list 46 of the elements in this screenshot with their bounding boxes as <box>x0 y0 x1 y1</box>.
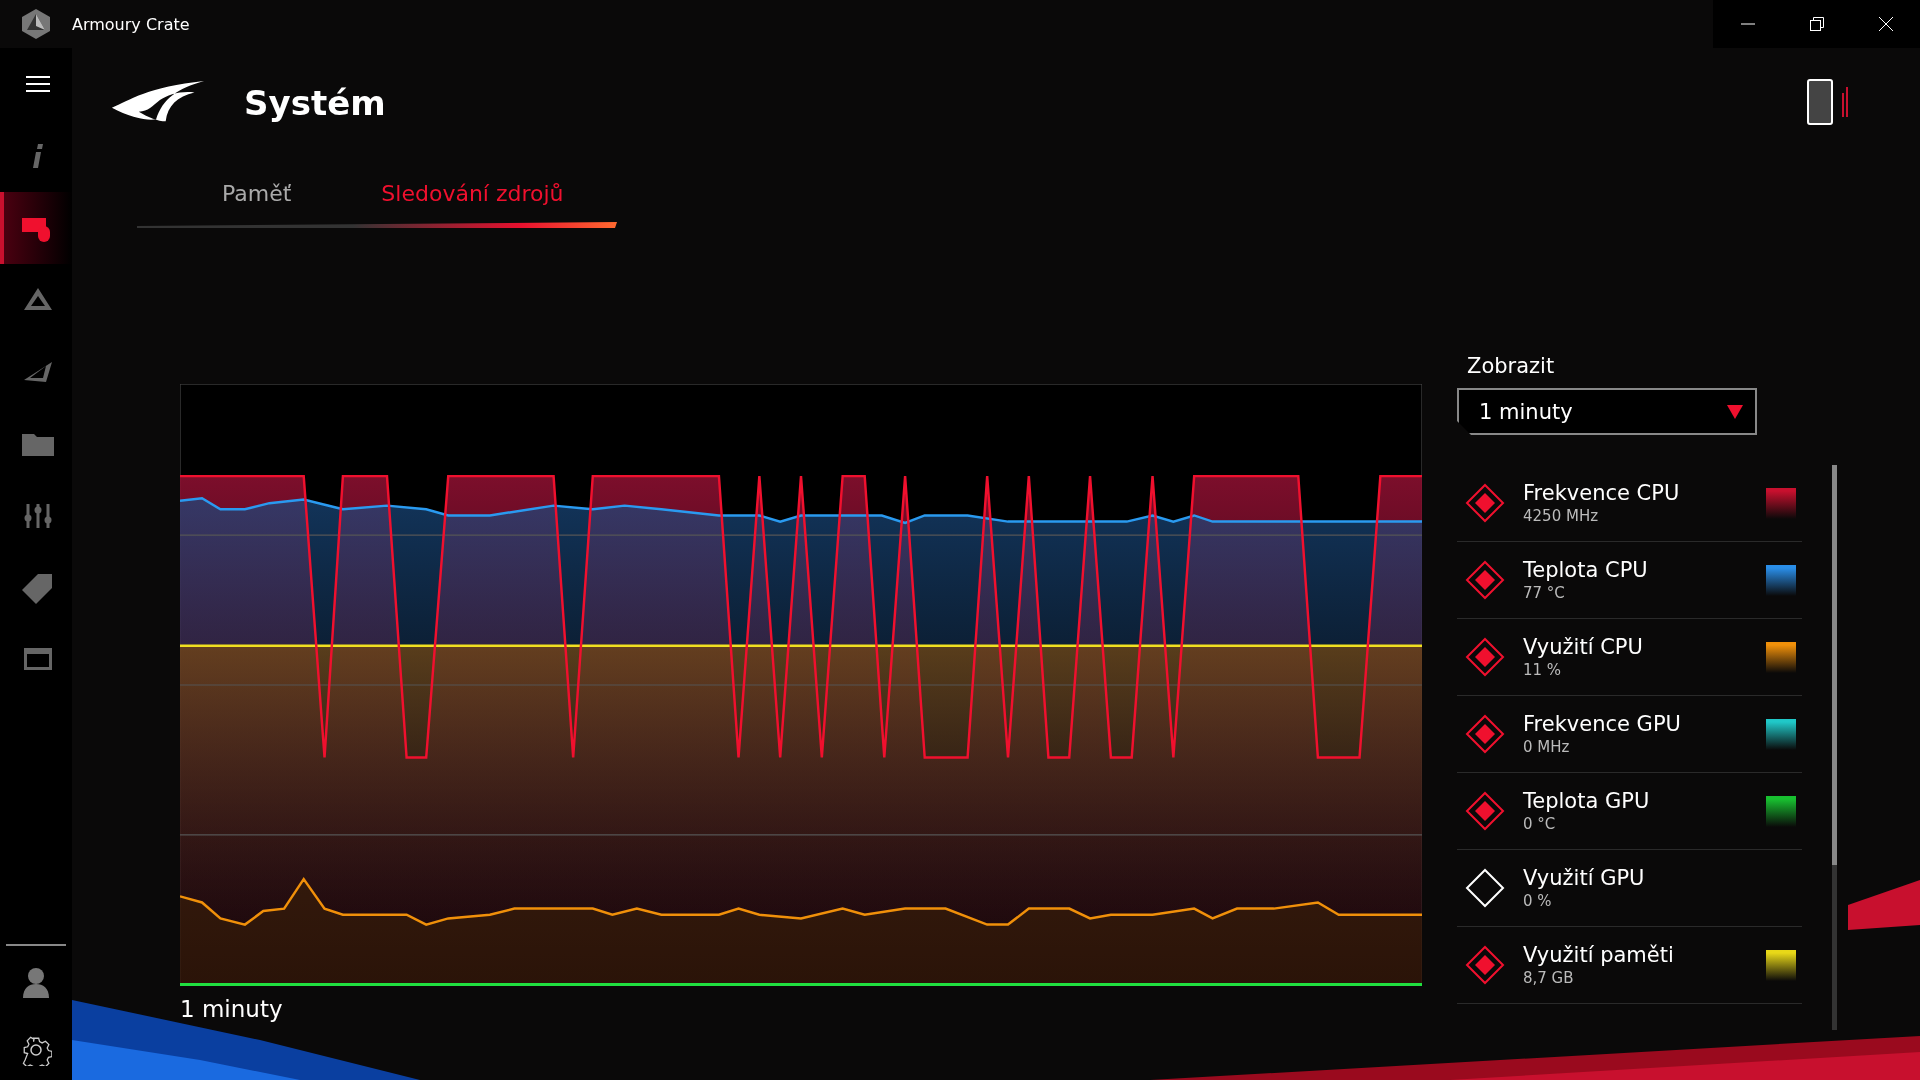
close-icon <box>1877 16 1894 32</box>
metric-name: Využití paměti <box>1523 943 1675 967</box>
accent-stripe-drawing <box>1848 880 1920 930</box>
metric-value: 11 % <box>1523 661 1563 679</box>
page-title: Systém <box>244 83 386 123</box>
diamond-checkbox[interactable] <box>1465 637 1505 677</box>
metric-value: 0 % <box>1523 892 1553 910</box>
metric-name: Frekvence GPU <box>1523 712 1682 736</box>
user-icon[interactable] <box>21 966 51 998</box>
metric-row[interactable]: Frekvence GPU 0 MHz <box>1457 696 1802 773</box>
metric-value: 4250 MHz <box>1523 507 1600 525</box>
metric-name: Teplota CPU <box>1523 558 1649 582</box>
minimize-icon <box>1739 23 1756 25</box>
dropdown-caret-icon <box>1727 404 1743 419</box>
diamond-checkbox[interactable] <box>1465 791 1505 831</box>
metric-row[interactable]: Využití CPU 11 % <box>1457 619 1802 696</box>
diamond-checkbox[interactable] <box>1465 714 1505 754</box>
metric-value: 8,7 GB <box>1523 969 1575 987</box>
metric-row[interactable]: Teplota GPU 0 °C <box>1457 773 1802 850</box>
menu-icon <box>26 75 50 93</box>
tab[interactable]: Paměť <box>177 181 337 214</box>
metric-name: Frekvence CPU <box>1523 481 1681 505</box>
window-title: Armoury Crate <box>72 14 190 34</box>
metric-value: 0 °C <box>1523 815 1557 833</box>
diamond-checkbox[interactable] <box>1465 560 1505 600</box>
display-label: Zobrazit <box>1467 354 1556 378</box>
metric-name: Využití GPU <box>1523 866 1646 890</box>
diamond-checkbox[interactable] <box>1465 483 1505 523</box>
time-range-label: 1 minuty <box>180 996 284 1022</box>
metric-name: Teplota GPU <box>1523 789 1651 813</box>
sidebar-item[interactable] <box>0 192 72 264</box>
settings-icon[interactable] <box>20 1034 52 1066</box>
diamond-checkbox[interactable] <box>1465 945 1505 985</box>
metric-row[interactable]: Využití GPU 0 % <box>1457 850 1802 927</box>
metric-row[interactable]: Frekvence CPU 4250 MHz <box>1457 465 1802 542</box>
metric-row[interactable]: Teplota CPU 77 °C <box>1457 542 1802 619</box>
restore-icon <box>1808 16 1825 32</box>
app-logo-icon <box>20 8 52 40</box>
info-icon <box>32 143 44 169</box>
metric-name: Využití CPU <box>1523 635 1644 659</box>
tab[interactable]: Sledování zdrojů <box>336 181 609 214</box>
metric-value: 0 MHz <box>1523 738 1571 756</box>
metric-value: 77 °C <box>1523 584 1566 602</box>
scrollbar[interactable] <box>1832 465 1837 1030</box>
metric-row[interactable]: Využití paměti 8,7 GB <box>1457 927 1802 1004</box>
time-range-dropdown[interactable]: 1 minuty <box>1457 388 1757 435</box>
